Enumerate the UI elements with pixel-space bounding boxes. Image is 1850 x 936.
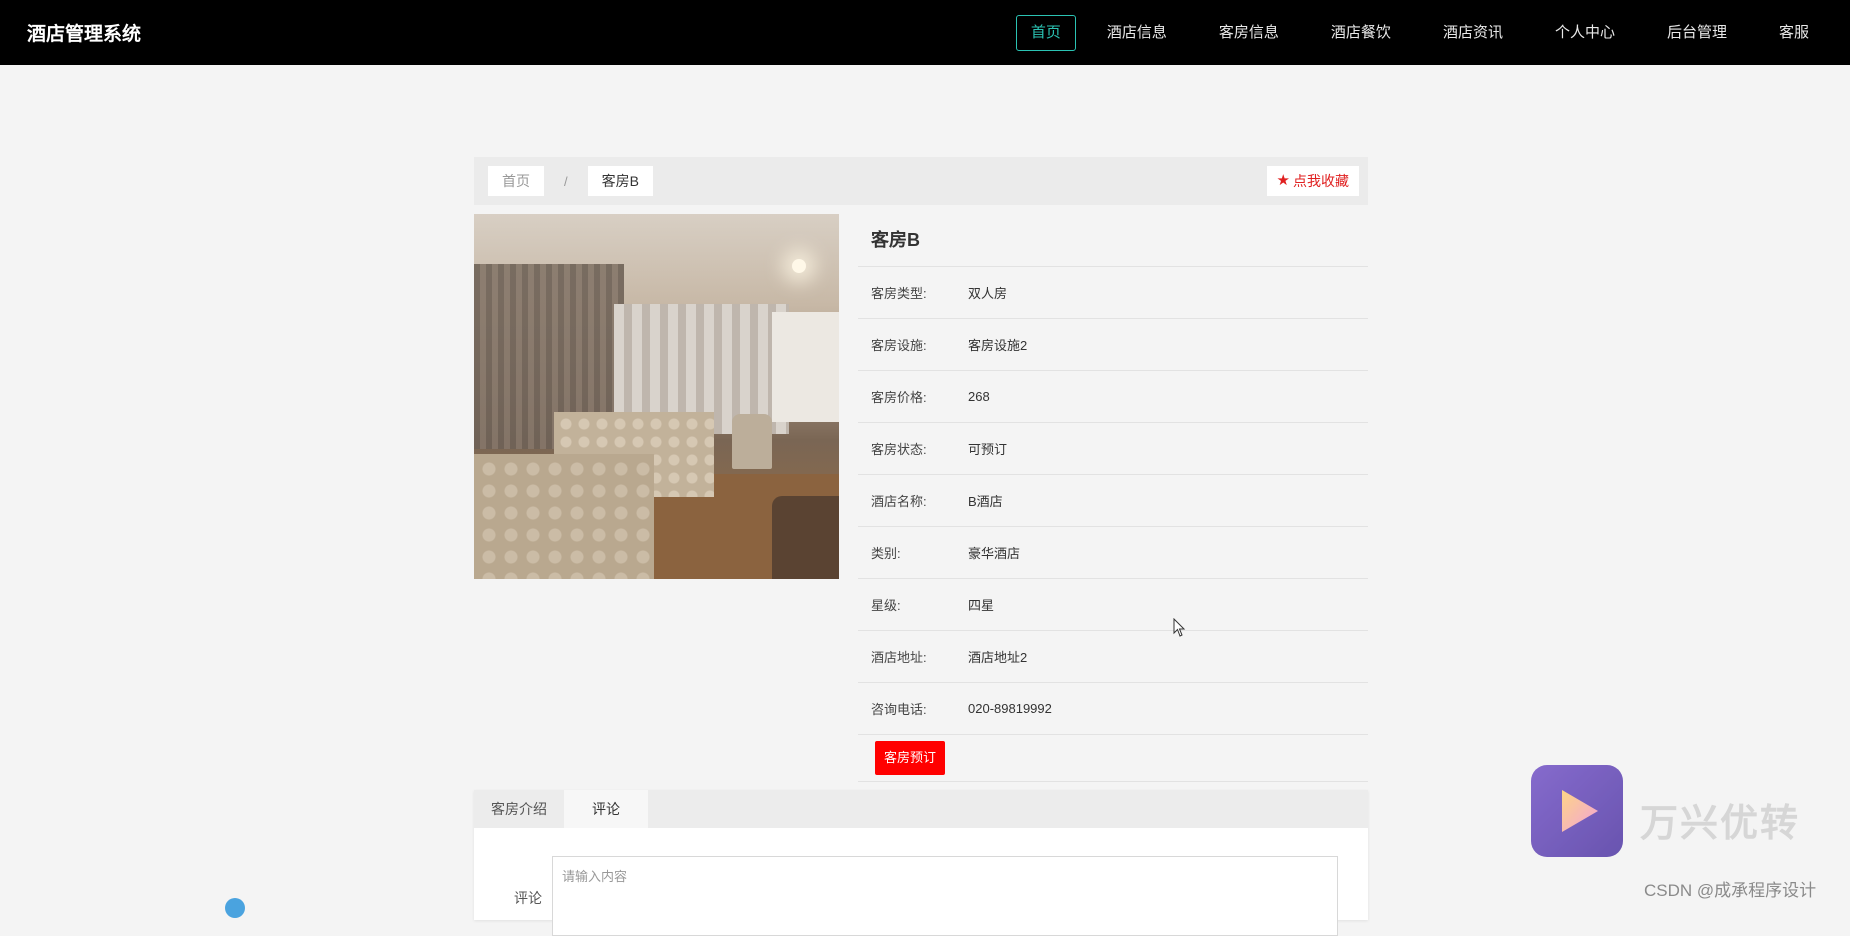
room-title: 客房B	[858, 214, 1368, 267]
field-value: 双人房	[968, 286, 1008, 301]
tab-bar: 客房介绍 评论	[474, 790, 1368, 828]
breadcrumb-home[interactable]: 首页	[488, 166, 544, 196]
field-value: 酒店地址2	[968, 650, 1028, 665]
book-room-button[interactable]: 客房预订	[875, 741, 946, 775]
field-value: B酒店	[968, 494, 1003, 509]
tab-room-intro[interactable]: 客房介绍	[474, 790, 564, 828]
info-row-category: 类别: 豪华酒店	[858, 527, 1368, 579]
favorite-button[interactable]: ★ 点我收藏	[1266, 166, 1359, 196]
watermark-logo-icon	[1531, 765, 1623, 857]
tab-comments[interactable]: 评论	[564, 790, 648, 828]
nav-dining[interactable]: 酒店餐饮	[1310, 15, 1412, 51]
watermark-text: 万兴优转	[1640, 803, 1801, 845]
field-value: 豪华酒店	[968, 546, 1021, 561]
field-value: 020-89819992	[968, 701, 1052, 716]
field-label: 客房类型:	[871, 286, 927, 301]
breadcrumb-current: 客房B	[587, 166, 653, 196]
field-label: 客房价格:	[871, 390, 927, 405]
booking-row: 客房预订	[858, 735, 1368, 782]
brand-title: 酒店管理系统	[27, 24, 142, 45]
info-row-phone: 咨询电话: 020-89819992	[858, 683, 1368, 735]
field-label: 星级:	[871, 598, 901, 613]
field-value: 可预订	[968, 442, 1008, 457]
info-row-facilities: 客房设施: 客房设施2	[858, 319, 1368, 371]
field-label: 类别:	[871, 546, 901, 561]
mouse-cursor-icon	[1173, 618, 1186, 637]
field-value: 客房设施2	[968, 338, 1028, 353]
nav-customer-service[interactable]: 客服	[1758, 15, 1830, 51]
comment-input[interactable]	[552, 856, 1338, 936]
field-value: 四星	[968, 598, 995, 613]
field-label: 客房设施:	[871, 338, 927, 353]
room-info: 客房B 客房类型: 双人房 客房设施: 客房设施2 客房价格: 268 客房状态…	[858, 214, 1368, 782]
info-row-room-type: 客房类型: 双人房	[858, 267, 1368, 319]
info-row-price: 客房价格: 268	[858, 371, 1368, 423]
room-detail-container: 首页 / 客房B ★ 点我收藏 客房B 客房类型: 双人房 客房设施: 客房设施…	[474, 157, 1368, 936]
nav-room-info[interactable]: 客房信息	[1198, 15, 1300, 51]
field-label: 酒店地址:	[871, 650, 927, 665]
csdn-watermark: CSDN @成承程序设计	[1644, 881, 1817, 900]
field-label: 客房状态:	[871, 442, 927, 457]
nav-hotel-info[interactable]: 酒店信息	[1086, 15, 1188, 51]
field-label: 酒店名称:	[871, 494, 927, 509]
star-icon: ★	[1276, 172, 1290, 189]
info-row-status: 客房状态: 可预订	[858, 423, 1368, 475]
favorite-label: 点我收藏	[1293, 173, 1349, 189]
info-row-hotel-name: 酒店名称: B酒店	[858, 475, 1368, 527]
nav-news[interactable]: 酒店资讯	[1422, 15, 1524, 51]
nav-home[interactable]: 首页	[1015, 14, 1076, 51]
main-nav: 首页 酒店信息 客房信息 酒店餐饮 酒店资讯 个人中心 后台管理 客服	[1006, 0, 1830, 65]
field-label: 咨询电话:	[871, 702, 927, 717]
nav-personal-center[interactable]: 个人中心	[1534, 15, 1636, 51]
breadcrumb: 首页 / 客房B ★ 点我收藏	[474, 157, 1368, 205]
comment-label: 评论	[514, 890, 542, 906]
room-photo	[474, 214, 839, 579]
info-row-star-rating: 星级: 四星	[858, 579, 1368, 631]
comment-area: 评论	[474, 828, 1368, 936]
room-detail: 客房B 客房类型: 双人房 客房设施: 客房设施2 客房价格: 268 客房状态…	[474, 214, 1368, 782]
field-value: 268	[968, 389, 990, 404]
floating-help-icon[interactable]	[225, 898, 245, 918]
top-navbar: 酒店管理系统 首页 酒店信息 客房信息 酒店餐饮 酒店资讯 个人中心 后台管理 …	[0, 0, 1850, 65]
breadcrumb-separator: /	[564, 173, 568, 189]
tabs-card: 客房介绍 评论 评论	[474, 790, 1368, 936]
nav-admin[interactable]: 后台管理	[1646, 15, 1748, 51]
info-row-address: 酒店地址: 酒店地址2	[858, 631, 1368, 683]
